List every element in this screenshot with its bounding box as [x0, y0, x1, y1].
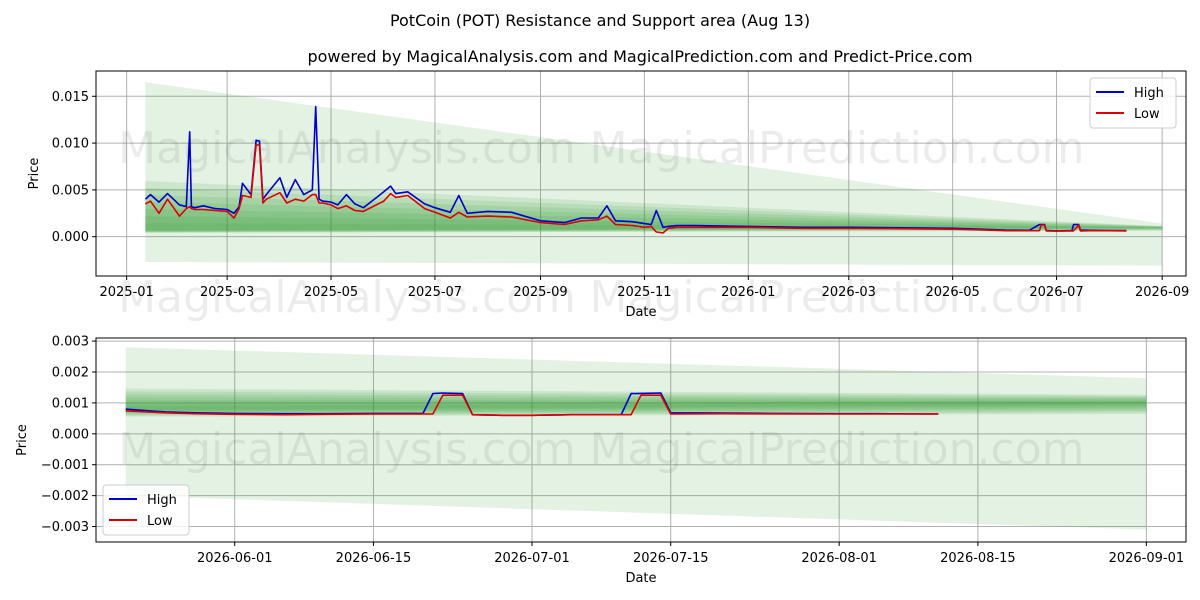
y-tick-label: 0.000 [52, 427, 89, 442]
x-tick-label: 2026-09 [1135, 285, 1189, 300]
y-tick-label: 0.000 [52, 230, 89, 245]
y-tick-label: 0.001 [52, 396, 89, 411]
y-tick-label: 0.010 [52, 137, 89, 152]
x-tick-label: 2025-09 [513, 285, 567, 300]
x-tick-label: 2025-05 [304, 285, 358, 300]
y-tick-label: −0.002 [41, 489, 89, 504]
x-tick-label: 2026-05 [926, 285, 980, 300]
x-axis-label: Date [625, 305, 656, 320]
x-tick-label: 2026-06-15 [336, 551, 412, 566]
legend-label-low: Low [1134, 107, 1160, 122]
x-tick-label: 2026-01 [721, 285, 775, 300]
y-tick-label: 0.003 [52, 335, 89, 350]
x-tick-label: 2025-01 [99, 285, 153, 300]
support-band-outer [125, 347, 1147, 530]
y-axis-label: Price [15, 424, 30, 456]
chart-figure: PotCoin (POT) Resistance and Support are… [15, 11, 1189, 586]
support-area [125, 347, 1147, 530]
x-tick-label: 2026-03 [822, 285, 876, 300]
y-tick-label: 0.005 [52, 183, 89, 198]
x-tick-label: 2025-11 [617, 285, 671, 300]
x-tick-label: 2026-07-15 [633, 551, 709, 566]
chart-subtitle: powered by MagicalAnalysis.com and Magic… [307, 47, 972, 66]
x-tick-label: 2026-08-15 [940, 551, 1016, 566]
y-tick-label: 0.002 [52, 366, 89, 381]
x-tick-label: 2025-07 [408, 285, 462, 300]
legend-label-high: High [147, 493, 177, 508]
bottom-panel: MagicalAnalysis.com MagicalPrediction.com… [15, 335, 1187, 586]
top-panel: MagicalAnalysis.com MagicalPrediction.com… [27, 70, 1189, 323]
legend-label-low: Low [147, 514, 173, 529]
x-tick-label: 2026-07-01 [494, 551, 570, 566]
x-tick-label: 2026-07 [1029, 285, 1083, 300]
y-tick-label: −0.001 [41, 458, 89, 473]
y-tick-label: 0.015 [52, 90, 89, 105]
chart-title: PotCoin (POT) Resistance and Support are… [390, 11, 810, 30]
legend: High Low [1089, 77, 1177, 129]
x-tick-label: 2026-09-01 [1109, 551, 1185, 566]
legend-label-high: High [1134, 86, 1164, 101]
y-tick-label: −0.003 [41, 520, 89, 535]
y-axis-label: Price [27, 158, 42, 190]
legend: High Low [102, 484, 190, 536]
x-tick-label: 2026-06-01 [197, 551, 273, 566]
x-axis-label: Date [625, 571, 656, 586]
x-tick-label: 2025-03 [200, 285, 254, 300]
x-tick-label: 2026-08-01 [801, 551, 877, 566]
